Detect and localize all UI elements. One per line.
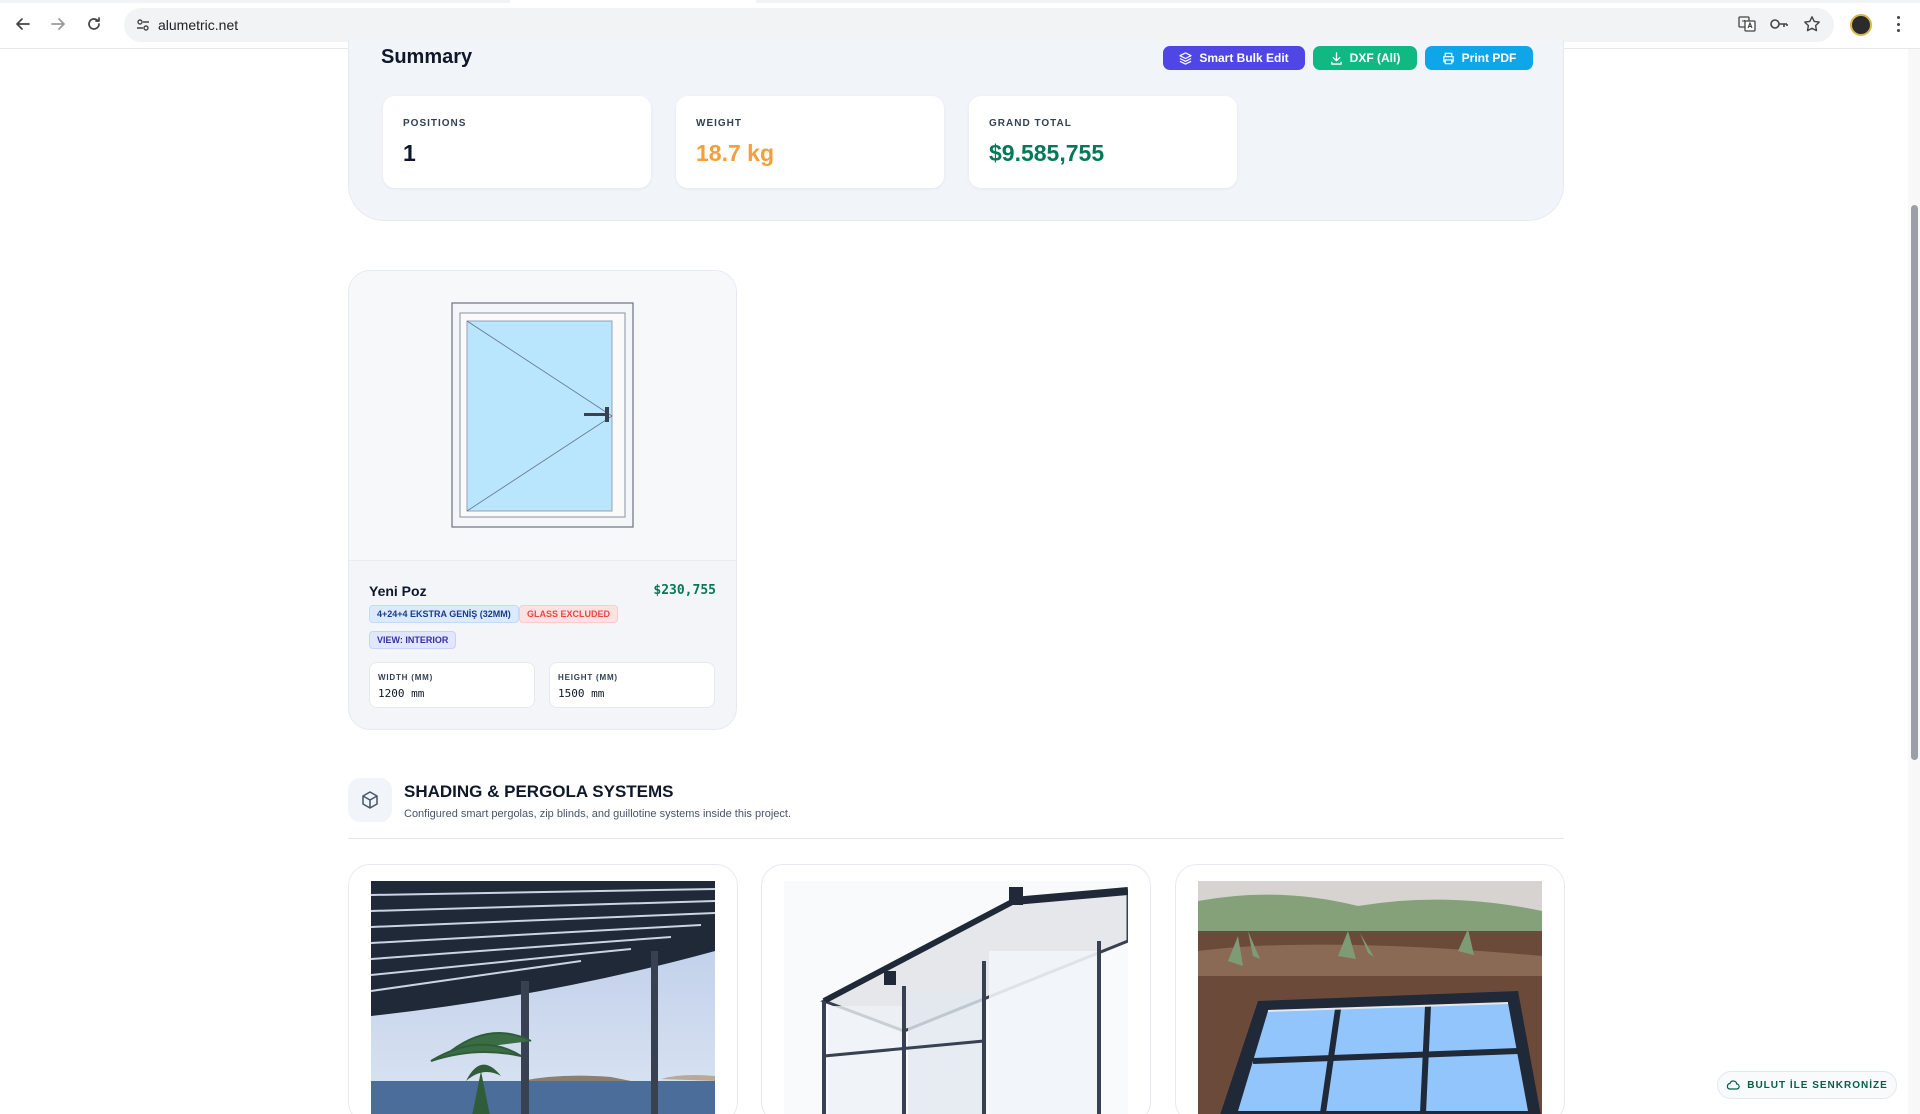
grand-total-value: $9.585,755 (989, 140, 1105, 166)
menu-kebab-icon[interactable] (1892, 14, 1904, 34)
position-name: Yeni Poz (369, 583, 427, 599)
summary-panel: Summary Smart Bulk Edit DXF (All) Print … (348, 40, 1564, 221)
scrollbar-thumb[interactable] (1911, 205, 1918, 760)
pergola-card-3[interactable] (1175, 864, 1565, 1114)
width-value[interactable]: 1200 mm (378, 687, 424, 700)
positions-value: 1 (403, 140, 416, 166)
width-label: WIDTH (MM) (378, 673, 434, 682)
dxf-all-label: DXF (All) (1349, 51, 1401, 65)
address-bar[interactable]: alumetric.net (124, 8, 1834, 42)
pergola-image-1 (371, 881, 715, 1114)
cube-icon (348, 778, 392, 822)
positions-label: POSITIONS (403, 118, 467, 129)
reload-icon[interactable] (83, 13, 105, 35)
dxf-all-button[interactable]: DXF (All) (1313, 46, 1417, 70)
glass-excluded-badge: GLASS EXCLUDED (519, 605, 619, 623)
download-icon (1330, 51, 1342, 65)
forward-icon[interactable] (47, 13, 69, 35)
shading-section-description: Configured smart pergolas, zip blinds, a… (404, 808, 792, 820)
height-value[interactable]: 1500 mm (558, 687, 604, 700)
site-settings-icon[interactable] (134, 16, 152, 34)
position-price: $230,755 (653, 583, 716, 598)
weight-stat-card: WEIGHT 18.7 kg (676, 96, 944, 188)
window-preview[interactable] (349, 271, 736, 561)
bookmark-star-icon[interactable] (1802, 14, 1822, 34)
weight-label: WEIGHT (696, 118, 742, 129)
glass-type-badge: 4+24+4 EKSTRA GENİŞ (32MM) (369, 605, 519, 623)
weight-value: 18.7 kg (696, 140, 774, 166)
tab-strip (756, 0, 1920, 3)
summary-title: Summary (381, 46, 473, 68)
pergola-image-3 (1198, 881, 1542, 1114)
print-pdf-label: Print PDF (1461, 51, 1517, 65)
password-key-icon[interactable] (1769, 14, 1789, 34)
smart-bulk-edit-button[interactable]: Smart Bulk Edit (1163, 46, 1305, 70)
url-text[interactable]: alumetric.net (158, 17, 238, 33)
position-card[interactable]: Yeni Poz $230,755 4+24+4 EKSTRA GENİŞ (3… (348, 270, 737, 730)
back-icon[interactable] (12, 13, 34, 35)
section-divider (348, 838, 1564, 839)
view-badge: VIEW: INTERIOR (369, 631, 457, 649)
layers-icon (1179, 51, 1192, 65)
width-field[interactable]: WIDTH (MM) 1200 mm (369, 662, 535, 708)
cloud-icon (1727, 1080, 1740, 1090)
positions-stat-card: POSITIONS 1 (383, 96, 651, 188)
cloud-sync-label: BULUT İLE SENKRONİZE (1747, 1079, 1888, 1091)
grand-total-stat-card: GRAND TOTAL $9.585,755 (969, 96, 1237, 188)
smart-bulk-edit-label: Smart Bulk Edit (1199, 51, 1289, 65)
printer-icon (1442, 52, 1454, 64)
pergola-card-1[interactable] (348, 864, 738, 1114)
shading-section-title: SHADING & PERGOLA SYSTEMS (404, 782, 674, 801)
profile-avatar[interactable] (1850, 14, 1872, 36)
height-field[interactable]: HEIGHT (MM) 1500 mm (549, 662, 715, 708)
height-label: HEIGHT (MM) (558, 673, 618, 682)
tab-strip (0, 0, 510, 3)
grand-total-label: GRAND TOTAL (989, 118, 1072, 129)
window-drawing (451, 302, 634, 528)
pergola-image-2 (784, 881, 1128, 1114)
pergola-card-2[interactable] (761, 864, 1151, 1114)
print-pdf-button[interactable]: Print PDF (1425, 46, 1533, 70)
cloud-sync-button[interactable]: BULUT İLE SENKRONİZE (1717, 1071, 1897, 1099)
translate-icon[interactable] (1737, 14, 1757, 34)
